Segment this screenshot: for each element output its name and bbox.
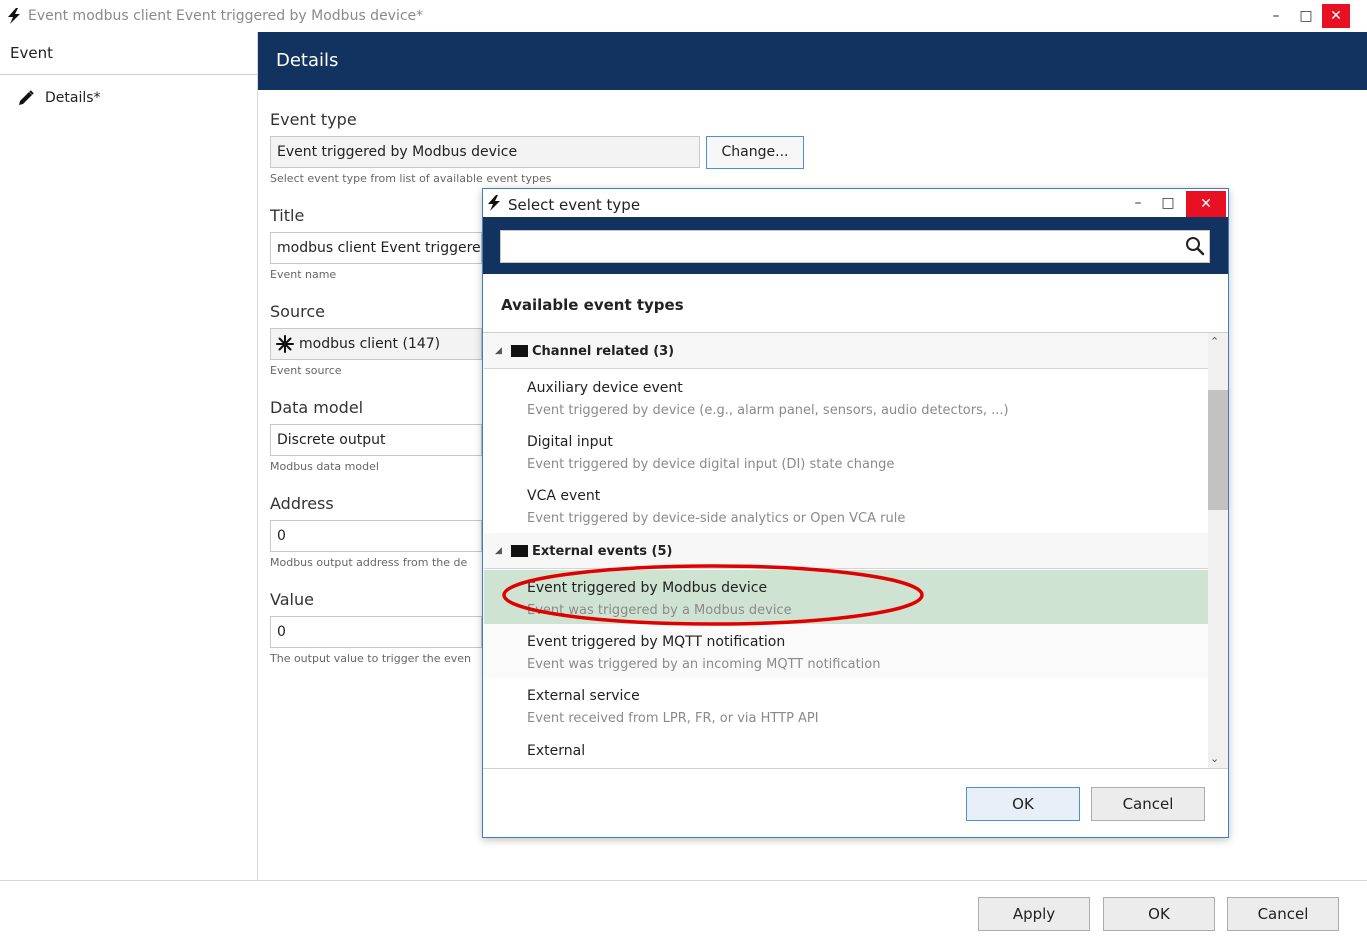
event-type-hint: Select event type from list of available… [270, 172, 552, 185]
chevron-up-icon[interactable]: ⌃ [1210, 335, 1219, 348]
collapse-arrow-icon[interactable]: ◢ [495, 346, 502, 356]
footer-divider [0, 880, 1367, 881]
close-button[interactable]: ✕ [1322, 4, 1350, 28]
list-item-title: Digital input [527, 434, 613, 450]
source-label: Source [270, 302, 325, 321]
address-field[interactable]: 0 [270, 520, 482, 552]
folder-icon [511, 545, 528, 557]
value-hint: The output value to trigger the even [270, 652, 472, 665]
title-field[interactable]: modbus client Event triggered [270, 232, 482, 264]
list-bottom-divider [483, 768, 1228, 769]
lightning-icon [8, 8, 20, 24]
source-hint: Event source [270, 364, 342, 377]
cancel-button[interactable]: Cancel [1227, 897, 1339, 931]
dialog-heading: Available event types [501, 296, 684, 314]
apply-button[interactable]: Apply [978, 897, 1090, 931]
dialog-ok-button[interactable]: OK [966, 787, 1080, 821]
value-label: Value [270, 590, 314, 609]
maximize-button[interactable]: □ [1292, 4, 1320, 28]
page-title: Details [276, 50, 339, 71]
data-model-select[interactable]: Discrete output [270, 424, 482, 456]
sidebar [0, 32, 258, 880]
source-value: modbus client (147) [299, 336, 441, 352]
list-item-desc: Event triggered by device-side analytics… [527, 511, 906, 526]
list-item-desc: Event was triggered by an incoming MQTT … [527, 657, 881, 672]
dialog-title: Select event type [508, 196, 641, 214]
list-item-desc: Event received from LPR, FR, or via HTTP… [527, 711, 819, 726]
event-type-field[interactable]: Event triggered by Modbus device [270, 136, 700, 168]
folder-icon [511, 345, 528, 357]
data-model-hint: Modbus data model [270, 460, 379, 473]
window-title: Event modbus client Event triggered by M… [28, 8, 424, 24]
highlight-ellipse-annotation [502, 564, 924, 626]
ok-button[interactable]: OK [1103, 897, 1215, 931]
list-item-title: Auxiliary device event [527, 380, 683, 396]
change-button[interactable]: Change... [706, 136, 804, 169]
lightning-icon [488, 195, 500, 211]
event-type-label: Event type [270, 110, 357, 129]
search-icon[interactable] [1185, 236, 1205, 256]
list-item-external[interactable] [484, 732, 1208, 768]
collapse-arrow-icon[interactable]: ◢ [495, 546, 502, 556]
address-hint: Modbus output address from the de [270, 556, 468, 569]
sidebar-item-label: Details* [45, 90, 101, 106]
list-item-desc: Event triggered by device digital input … [527, 457, 895, 472]
dialog-cancel-button[interactable]: Cancel [1091, 787, 1205, 821]
list-item-desc: Event triggered by device (e.g., alarm p… [527, 403, 1009, 418]
list-item-title: Event triggered by MQTT notification [527, 634, 786, 650]
list-item-title: External [527, 743, 586, 759]
list-item-title: External service [527, 688, 640, 704]
search-input[interactable] [500, 230, 1210, 263]
dialog-maximize-button[interactable]: □ [1154, 191, 1182, 215]
dialog-minimize-button[interactable]: – [1124, 191, 1152, 215]
dialog-close-button[interactable]: ✕ [1186, 191, 1226, 217]
data-model-label: Data model [270, 398, 364, 417]
title-hint: Event name [270, 268, 337, 281]
group-label: Channel related (3) [532, 344, 675, 359]
list-item-title: VCA event [527, 488, 601, 504]
minimize-button[interactable]: – [1262, 4, 1290, 28]
sidebar-header-label: Event [10, 44, 53, 62]
address-label: Address [270, 494, 334, 513]
group-label: External events (5) [532, 544, 673, 559]
value-field[interactable]: 0 [270, 616, 482, 648]
scrollbar-thumb[interactable] [1208, 390, 1228, 510]
title-label: Title [270, 206, 305, 225]
details-header [258, 32, 1367, 90]
chevron-down-icon[interactable]: ⌄ [1210, 752, 1219, 765]
asterisk-icon [276, 335, 294, 353]
pencil-icon [19, 90, 34, 105]
